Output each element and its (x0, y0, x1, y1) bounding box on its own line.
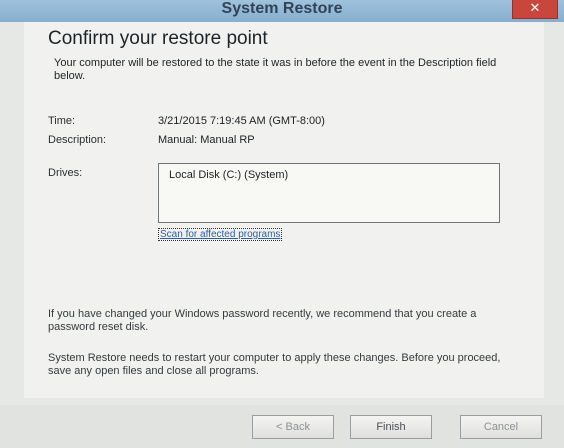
time-value: 3/21/2015 7:19:45 AM (GMT-8:00) (158, 115, 325, 127)
wizard-content: Confirm your restore point Your computer… (24, 22, 544, 398)
description-label: Description: (48, 134, 107, 146)
window-title: System Restore (221, 0, 343, 17)
system-restore-window: System Restore ✕ Confirm your restore po… (0, 0, 564, 448)
intro-text: Your computer will be restored to the st… (54, 57, 497, 82)
finish-button[interactable]: Finish (350, 415, 432, 439)
time-label: Time: (48, 115, 76, 127)
password-note: If you have changed your Windows passwor… (48, 308, 477, 333)
page-title: Confirm your restore point (48, 28, 268, 49)
close-icon: ✕ (529, 0, 541, 15)
restart-note: System Restore needs to restart your com… (48, 352, 501, 377)
title-bar: System Restore ✕ (0, 0, 564, 22)
description-value: Manual: Manual RP (158, 134, 255, 146)
cancel-button[interactable]: Cancel (460, 415, 542, 439)
drives-list[interactable]: Local Disk (C:) (System) (158, 163, 500, 223)
drives-label: Drives: (48, 167, 83, 179)
back-button[interactable]: < Back (252, 415, 334, 439)
scan-affected-programs-link[interactable]: Scan for affected programs (158, 228, 283, 241)
list-item[interactable]: Local Disk (C:) (System) (169, 169, 288, 181)
button-bar: < Back Finish Cancel (0, 405, 564, 448)
close-button[interactable]: ✕ (512, 0, 558, 19)
